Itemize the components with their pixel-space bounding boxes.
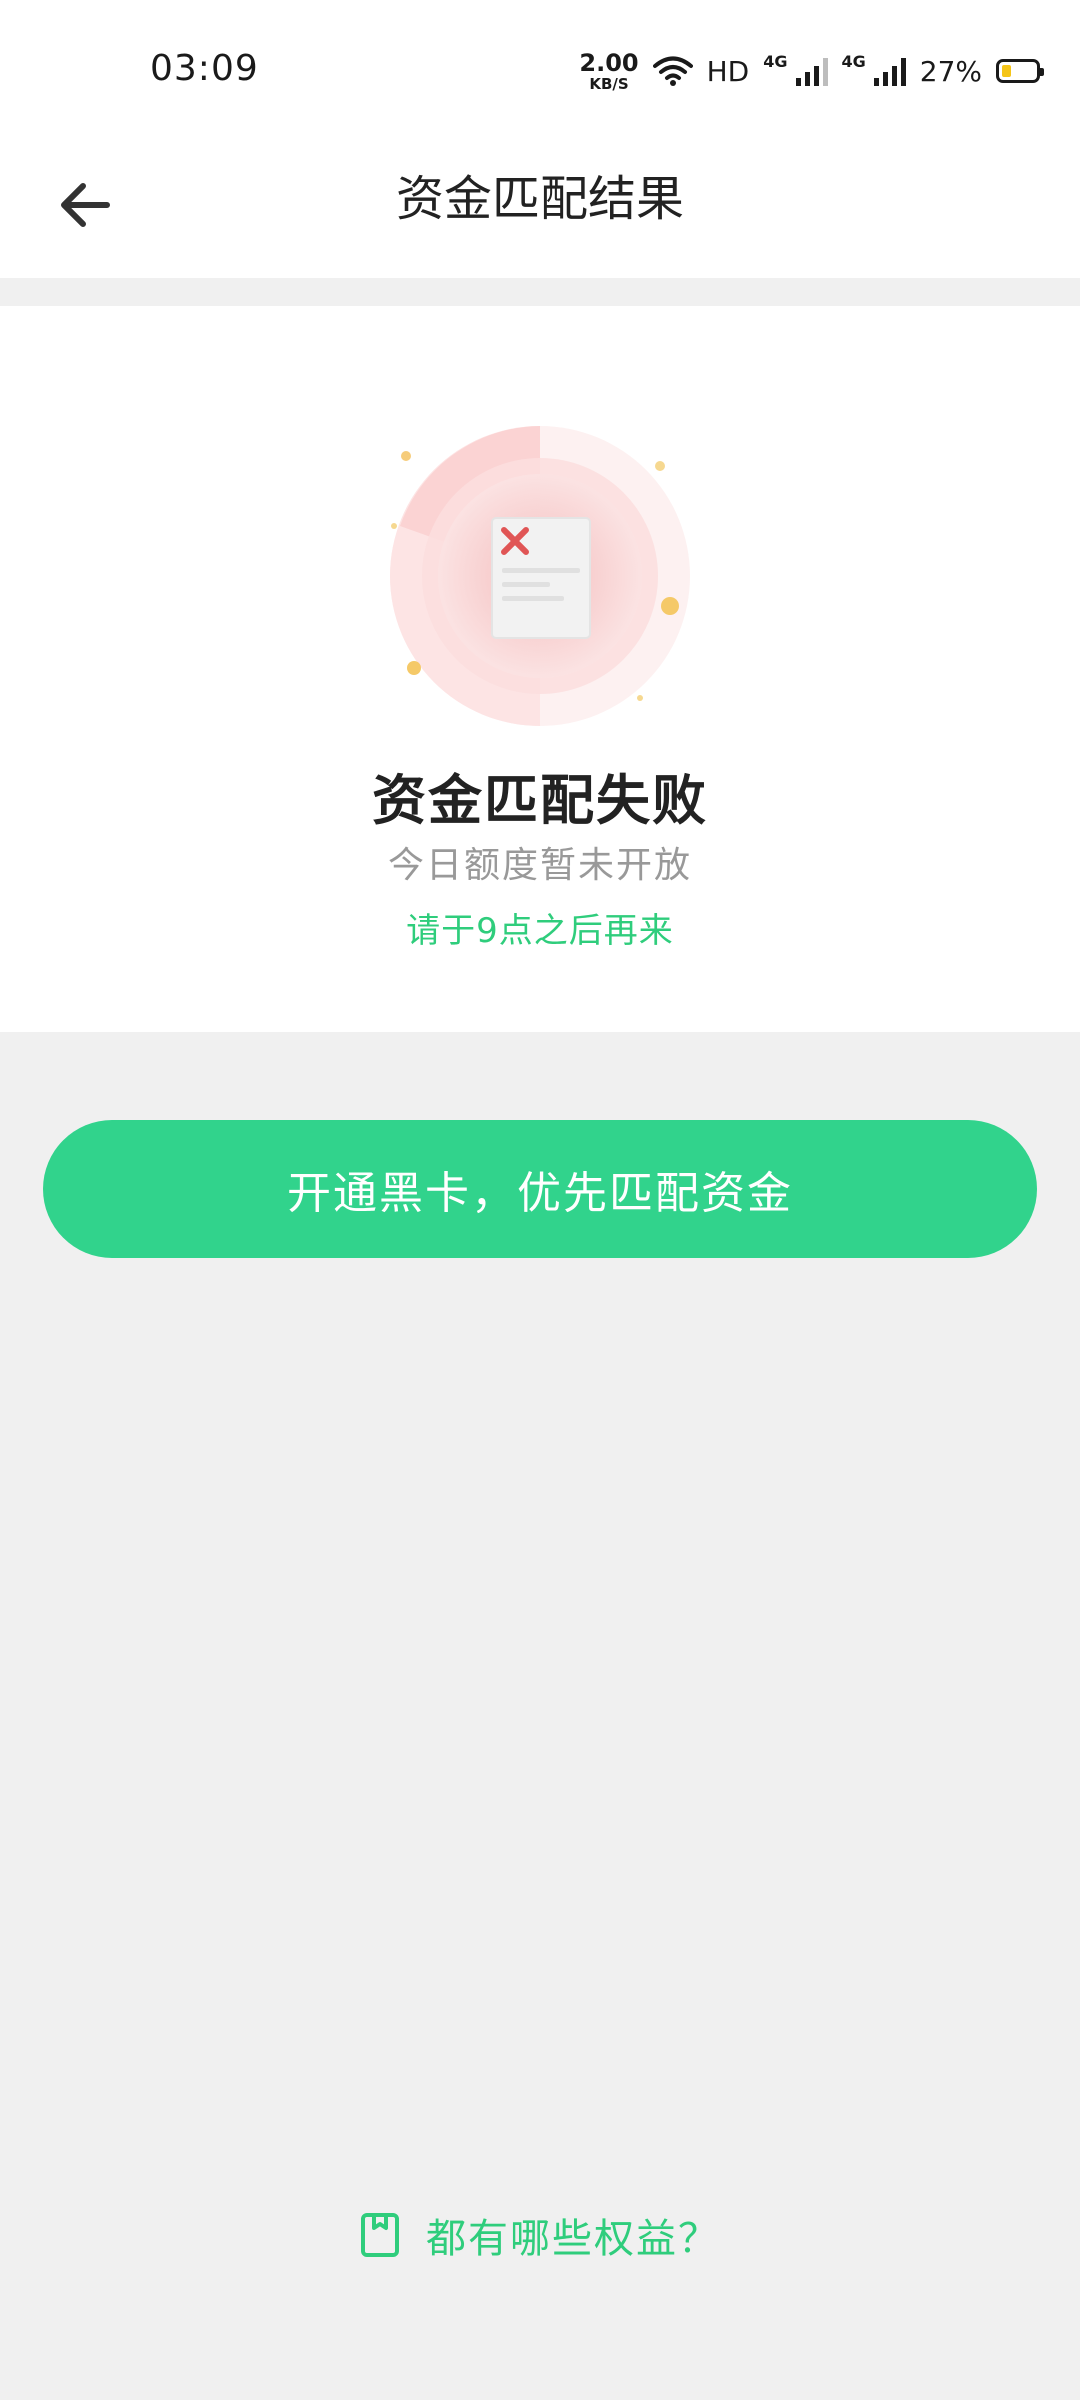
battery-percent: 27%	[919, 54, 982, 88]
hd-label: HD	[706, 54, 750, 88]
status-time: 03:09	[150, 48, 259, 89]
result-hint: 请于9点之后再来	[406, 911, 674, 951]
status-indicators: 2.00 KB/S HD 4G 4G 27%	[579, 48, 1044, 94]
network-speed-unit: KB/S	[589, 74, 629, 93]
wifi-icon	[652, 56, 693, 86]
bookmark-card-icon	[361, 2213, 399, 2257]
signal-strength-2-icon	[873, 56, 906, 86]
match-failed-illustration	[390, 426, 690, 726]
page-title: 资金匹配结果	[395, 171, 684, 227]
result-card: 资金匹配失败 今日额度暂未开放 请于9点之后再来	[0, 306, 1080, 1032]
benefits-label: 都有哪些权益？	[426, 2216, 720, 2262]
network-type-2: 4G	[841, 51, 866, 71]
battery-icon	[996, 59, 1044, 83]
signal-strength-1-icon	[795, 56, 828, 86]
network-type-1: 4G	[763, 51, 788, 71]
nav-bar: 资金匹配结果	[0, 140, 1080, 278]
status-bar: 03:09 2.00 KB/S HD 4G 4G 27%	[0, 0, 1080, 140]
result-title: 资金匹配失败	[372, 769, 708, 832]
network-speed: 2.00 KB/S	[579, 51, 638, 92]
result-subtitle: 今日额度暂未开放	[387, 845, 692, 886]
open-black-card-button[interactable]: 开通黑卡，优先匹配资金	[43, 1120, 1037, 1258]
network-speed-value: 2.00	[579, 48, 639, 77]
benefits-link[interactable]: 都有哪些权益？	[0, 2206, 1080, 2264]
